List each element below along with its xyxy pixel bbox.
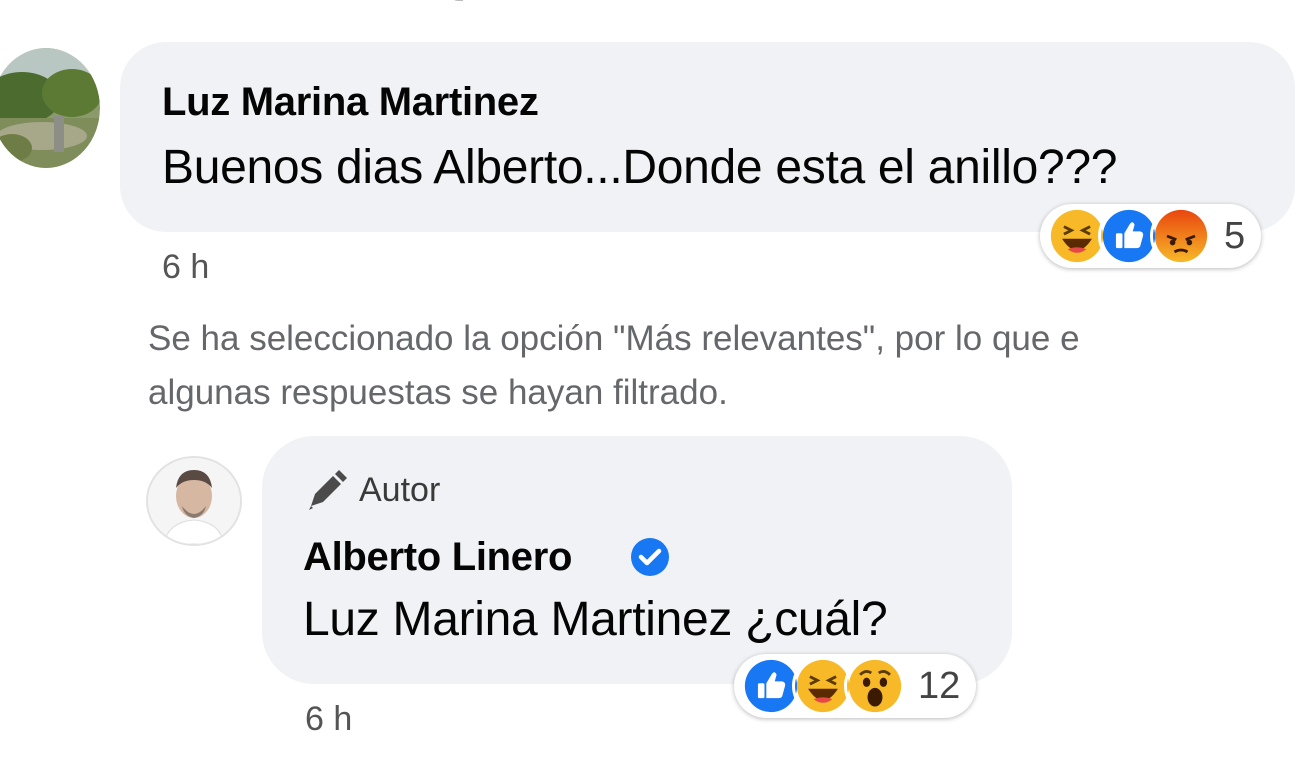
comment-timestamp[interactable]: 6 h [162,248,209,287]
avatar[interactable] [146,456,242,546]
avatar-photo-icon [148,458,240,544]
reaction-count: 5 [1224,214,1246,257]
angry-icon [1150,205,1212,267]
comment-timestamp[interactable]: 6 h [305,700,352,739]
filter-notice-line: algunas respuestas se hayan filtrado. [148,373,728,412]
scroll-fragment [420,0,480,4]
avatar[interactable] [0,48,100,168]
filter-notice-line: Se ha seleccionado la opción "Más releva… [148,319,1080,358]
author-badge-label: Autor [359,470,441,509]
author-badge: Autor [303,466,440,514]
avatar-photo-icon [0,48,100,168]
pen-icon [309,470,347,510]
reactions-summary[interactable]: 5 [1040,204,1262,268]
filter-notice: Se ha seleccionado la opción "Más releva… [148,312,1300,420]
comment-text: Luz Marina Martinez ¿cuál? [303,593,888,646]
comment-text: Buenos dias Alberto...Donde esta el anil… [162,141,1118,194]
comment-author-name[interactable]: Luz Marina Martinez [162,80,539,125]
comment-author-name[interactable]: Alberto Linero [303,535,572,580]
reactions-summary[interactable]: 12 [734,654,977,718]
wow-icon [844,655,906,717]
verified-badge-icon [631,538,669,576]
reaction-count: 12 [918,664,961,707]
